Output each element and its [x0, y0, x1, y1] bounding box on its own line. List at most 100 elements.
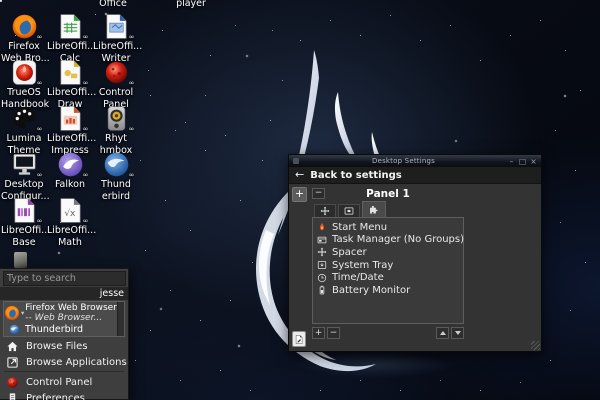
remove-panel-button[interactable]: −	[312, 188, 325, 199]
shortcut-emblem-icon: ∞	[83, 80, 89, 87]
desktop-icon-libreoffi-base[interactable]: ∞LibreOffi...Base	[1, 197, 47, 248]
icon-image: ∞	[11, 13, 38, 40]
panel-tab-screen[interactable]	[338, 204, 360, 217]
panel-tab-puzzle[interactable]	[362, 201, 386, 217]
window-title: Desktop Settings	[299, 157, 508, 165]
menu-item-label: Control Panel	[26, 377, 92, 388]
favorite-thunderbird[interactable]: Thunderbird	[4, 323, 124, 336]
widget-row-spacer[interactable]: Spacer	[313, 246, 463, 259]
widget-label: Spacer	[332, 247, 367, 258]
lo-draw-icon	[57, 59, 84, 86]
flame-icon	[317, 222, 327, 232]
widget-row-battery-monitor[interactable]: Battery Monitor	[313, 284, 463, 297]
icon-label: Firefox	[1, 41, 47, 52]
favorite-label: Firefox Web Browser	[25, 303, 117, 313]
menu-item-label: Preferences	[26, 393, 85, 400]
icon-label: Lumina	[1, 133, 47, 144]
menu-item-browse-files[interactable]: Browse Files	[0, 338, 128, 354]
lo-math-icon: √x	[57, 197, 84, 224]
trueos-icon	[11, 59, 38, 86]
desktop-icon-falkon[interactable]: ∞Falkon	[47, 151, 93, 190]
desktop-icon-libreoffi-math[interactable]: √x∞LibreOffi...Math	[47, 197, 93, 248]
rhythmbox-icon	[103, 105, 130, 132]
panel-title: Panel 1	[325, 188, 451, 200]
menu-item-control-panel[interactable]: Control Panel	[0, 374, 128, 390]
icon-label: LibreOffi...	[47, 87, 93, 98]
back-to-settings-button[interactable]: ← Back to settings	[289, 167, 541, 184]
lo-base-icon	[11, 197, 38, 224]
icon-image: ∞	[103, 13, 130, 40]
maximize-button[interactable]: □	[519, 157, 526, 166]
lo-writer-icon	[103, 13, 130, 40]
desktop-icon-libreoffi-writer[interactable]: ∞LibreOffi...Writer	[93, 13, 139, 64]
control-panel-icon	[6, 376, 19, 389]
icon-label: Math	[47, 237, 93, 248]
move-icon	[317, 247, 327, 257]
widget-label: Time/Date	[332, 272, 384, 283]
add-panel-button[interactable]: +	[292, 187, 307, 202]
back-arrow-icon: ←	[295, 170, 304, 180]
shortcut-emblem-icon: ∞	[129, 172, 135, 179]
favorite-sublabel: -- Web Browser...	[25, 313, 117, 323]
firefox-icon	[11, 13, 38, 40]
icon-label: Desktop	[1, 179, 47, 190]
widget-list: Start MenuTask Manager (No Groups) Spacer…	[312, 217, 464, 324]
firefox-icon	[4, 305, 20, 321]
shortcut-emblem-icon: ∞	[129, 80, 135, 87]
search-input[interactable]	[3, 271, 126, 286]
partial-icon-label: player	[168, 0, 214, 9]
widget-label: Battery Monitor	[332, 285, 410, 296]
widget-label: Task Manager (No Groups)	[332, 234, 464, 245]
close-button[interactable]: ×	[530, 157, 537, 166]
chevron-down-icon	[455, 331, 461, 335]
widget-label: System Tray	[332, 260, 393, 271]
desktop-icon-firefox-web-bro[interactable]: ∞FirefoxWeb Bro...	[1, 13, 47, 64]
dropdown-caret-icon[interactable]: ▾	[21, 309, 24, 317]
favorite-label: Thunderbird	[25, 324, 83, 335]
window-resize-grip[interactable]	[531, 341, 540, 350]
desktop-icon-desktop-configur[interactable]: ∞DesktopConfigur...	[1, 151, 47, 202]
icon-label: LibreOffi...	[93, 41, 139, 52]
desktop-settings-window: Desktop Settings – □ × ← Back to setting…	[288, 154, 542, 352]
remove-widget-button[interactable]: −	[327, 327, 340, 339]
desktop-icon-libreoffi-calc[interactable]: ∞LibreOffi...Calc	[47, 13, 93, 64]
favorites-scrollbar[interactable]	[117, 302, 124, 336]
window-titlebar[interactable]: Desktop Settings – □ ×	[289, 155, 541, 167]
shortcut-emblem-icon: ∞	[37, 218, 43, 225]
desktop-icon-thund-erbird[interactable]: ∞Thunderbird	[93, 151, 139, 202]
menu-item-preferences[interactable]: Preferences	[0, 390, 128, 400]
lo-calc-icon	[57, 13, 84, 40]
desktop-icon-trueos-handbook[interactable]: ∞TrueOSHandbook	[1, 59, 47, 110]
favorite-firefox-web-browser[interactable]: ▾Firefox Web Browser-- Web Browser...	[4, 302, 124, 323]
desktop-icon-control-panel[interactable]: ∞ControlPanel	[93, 59, 139, 110]
icon-image: ∞	[103, 105, 130, 132]
menu-item-browse-applications[interactable]: Browse Applications	[0, 354, 128, 370]
desktop-icon-lumina-theme[interactable]: ∞LuminaTheme	[1, 105, 47, 156]
widget-row-system-tray[interactable]: System Tray	[313, 259, 463, 272]
shortcut-emblem-icon: ∞	[83, 126, 89, 133]
puzzle-icon	[369, 205, 379, 215]
move-icon	[320, 206, 330, 216]
icon-label: LibreOffi...	[1, 225, 47, 236]
add-widget-button[interactable]: +	[312, 327, 325, 339]
move-widget-down-button[interactable]	[451, 327, 464, 339]
partial-desktop-icon[interactable]	[14, 252, 27, 268]
desktop-icon-rhyt-hmbox[interactable]: ∞Rhythmbox	[93, 105, 139, 156]
profile-export-button[interactable]	[292, 331, 306, 347]
minimize-button[interactable]: –	[508, 157, 515, 166]
desktop-icon-libreoffi-impress[interactable]: ∞LibreOffi...Impress	[47, 105, 93, 156]
icon-label: Base	[1, 237, 47, 248]
icon-label: erbird	[93, 191, 139, 202]
icon-label: LibreOffi...	[47, 225, 93, 236]
panel-tab-move[interactable]	[314, 204, 336, 217]
back-label: Back to settings	[310, 170, 402, 181]
widget-row-task-manager-no-groups[interactable]: Task Manager (No Groups)	[313, 234, 463, 247]
widget-row-time-date[interactable]: Time/Date	[313, 271, 463, 284]
widget-row-start-menu[interactable]: Start Menu	[313, 221, 463, 234]
menu-item-label: Browse Applications	[26, 357, 127, 368]
move-widget-up-button[interactable]	[436, 327, 449, 339]
widget-label: Start Menu	[332, 222, 387, 233]
desktop-icon-libreoffi-draw[interactable]: ∞LibreOffi...Draw	[47, 59, 93, 110]
shortcut-emblem-icon: ∞	[37, 80, 43, 87]
icon-label: Rhyt	[93, 133, 139, 144]
